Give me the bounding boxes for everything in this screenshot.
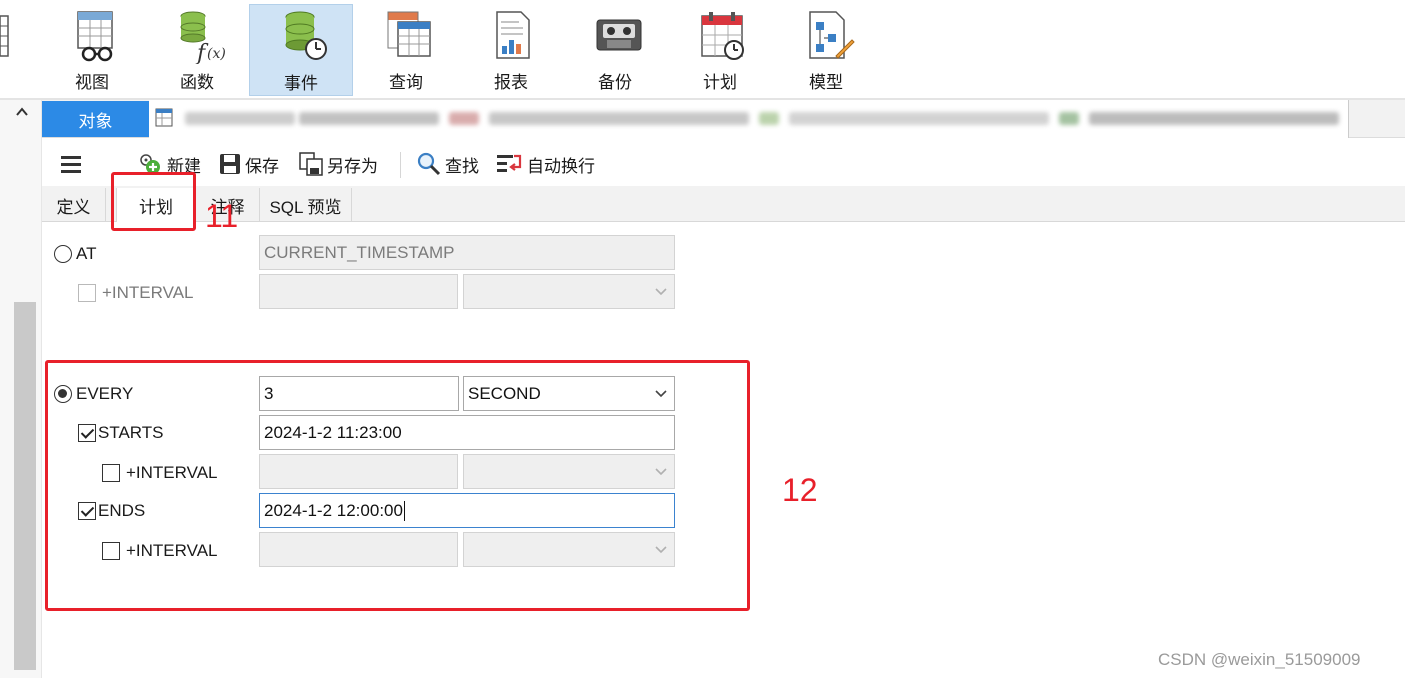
ribbon-view-button[interactable]: 视图 bbox=[40, 4, 144, 96]
annotation-box-every-settings bbox=[45, 360, 750, 611]
function-icon: f (x) bbox=[177, 8, 229, 66]
query-icon bbox=[386, 8, 438, 64]
ribbon-event-label: 事件 bbox=[284, 74, 318, 93]
save-as-icon bbox=[299, 152, 323, 176]
schedule-icon bbox=[700, 8, 752, 64]
chevron-down-icon bbox=[655, 288, 667, 296]
at-timestamp-field[interactable]: CURRENT_TIMESTAMP bbox=[259, 235, 675, 270]
view-icon bbox=[72, 8, 124, 64]
ribbon-function-label: 函数 bbox=[180, 73, 214, 92]
find-button[interactable]: 查找 bbox=[416, 150, 479, 178]
ribbon-report-button[interactable]: 报表 bbox=[459, 4, 563, 96]
table-icon-partial[interactable] bbox=[0, 10, 10, 60]
collapse-caret-icon[interactable] bbox=[16, 104, 28, 122]
redacted-tab-title-5 bbox=[759, 112, 779, 125]
event-icon bbox=[282, 9, 334, 65]
designer-subtabs: 定义 计划 注释 SQL 预览 bbox=[42, 186, 1405, 222]
ribbon-backup-label: 备份 bbox=[598, 73, 632, 92]
at-interval-option[interactable]: +INTERVAL bbox=[78, 281, 194, 305]
ribbon-report-label: 报表 bbox=[494, 73, 528, 92]
ribbon-model-button[interactable]: 模型 bbox=[774, 4, 878, 96]
redacted-tab-title-3 bbox=[449, 112, 479, 125]
redacted-tab-title-4 bbox=[489, 112, 749, 125]
ribbon-query-button[interactable]: 查询 bbox=[354, 4, 458, 96]
tab-definition[interactable]: 定义 bbox=[42, 188, 106, 222]
ribbon-schedule-label: 计划 bbox=[703, 73, 737, 92]
redacted-tab-title-7 bbox=[1059, 112, 1079, 125]
editor-toolbar: 新建 保存 另存为 查找 自动换行 bbox=[42, 140, 1405, 188]
ribbon-function-button[interactable]: f (x) 函数 bbox=[145, 4, 249, 96]
tab-event-document[interactable] bbox=[149, 100, 1349, 138]
ribbon-event-button[interactable]: 事件 bbox=[249, 4, 353, 96]
ribbon-backup-button[interactable]: 备份 bbox=[563, 4, 667, 96]
redacted-tab-title bbox=[185, 112, 295, 125]
word-wrap-icon bbox=[497, 154, 522, 172]
annotation-number-12: 12 bbox=[782, 472, 818, 508]
at-interval-unit-select[interactable] bbox=[463, 274, 675, 309]
at-label: AT bbox=[76, 244, 97, 263]
at-option[interactable]: AT bbox=[54, 242, 96, 266]
word-wrap-label: 自动换行 bbox=[527, 156, 595, 176]
redacted-tab-title-8 bbox=[1089, 112, 1339, 125]
save-label: 保存 bbox=[245, 156, 279, 176]
at-interval-value-field[interactable] bbox=[259, 274, 458, 309]
app-window: 视图 f (x) 函数 事件 查询 报表 备份 计划 模型 对象 新建 保存 另… bbox=[0, 0, 1405, 678]
save-as-label: 另存为 bbox=[327, 156, 378, 176]
at-interval-label: +INTERVAL bbox=[102, 283, 194, 302]
save-icon bbox=[220, 154, 240, 174]
search-icon bbox=[417, 152, 441, 176]
toolbar-separator bbox=[400, 152, 401, 178]
ribbon-toolbar: 视图 f (x) 函数 事件 查询 报表 备份 计划 模型 bbox=[0, 0, 1405, 98]
save-as-button[interactable]: 另存为 bbox=[298, 150, 378, 178]
table-icon bbox=[155, 108, 175, 128]
at-radio[interactable] bbox=[54, 245, 72, 263]
redacted-tab-title-6 bbox=[789, 112, 1049, 125]
annotation-box-schedule-tab bbox=[111, 172, 196, 231]
model-icon bbox=[806, 8, 858, 64]
svg-text:(x): (x) bbox=[207, 46, 226, 62]
backup-icon bbox=[595, 8, 647, 64]
ribbon-schedule-button[interactable]: 计划 bbox=[668, 4, 772, 96]
vertical-scrollbar[interactable] bbox=[14, 302, 36, 670]
ribbon-query-label: 查询 bbox=[389, 73, 423, 92]
hamburger-icon[interactable] bbox=[60, 150, 85, 178]
annotation-number-11: 11 bbox=[205, 198, 239, 234]
ribbon-model-label: 模型 bbox=[809, 73, 843, 92]
report-icon bbox=[491, 8, 543, 64]
tab-sql-preview[interactable]: SQL 预览 bbox=[260, 188, 352, 222]
redacted-tab-title-2 bbox=[299, 112, 439, 125]
at-interval-checkbox[interactable] bbox=[78, 284, 96, 302]
word-wrap-button[interactable]: 自动换行 bbox=[496, 150, 595, 178]
object-tab-strip: 对象 bbox=[42, 100, 1405, 138]
find-label: 查找 bbox=[445, 156, 479, 176]
tab-objects[interactable]: 对象 bbox=[42, 101, 149, 137]
watermark: CSDN @weixin_51509009 bbox=[1158, 650, 1361, 669]
save-button[interactable]: 保存 bbox=[218, 150, 279, 178]
ribbon-view-label: 视图 bbox=[75, 73, 109, 92]
at-timestamp-value: CURRENT_TIMESTAMP bbox=[264, 242, 455, 262]
